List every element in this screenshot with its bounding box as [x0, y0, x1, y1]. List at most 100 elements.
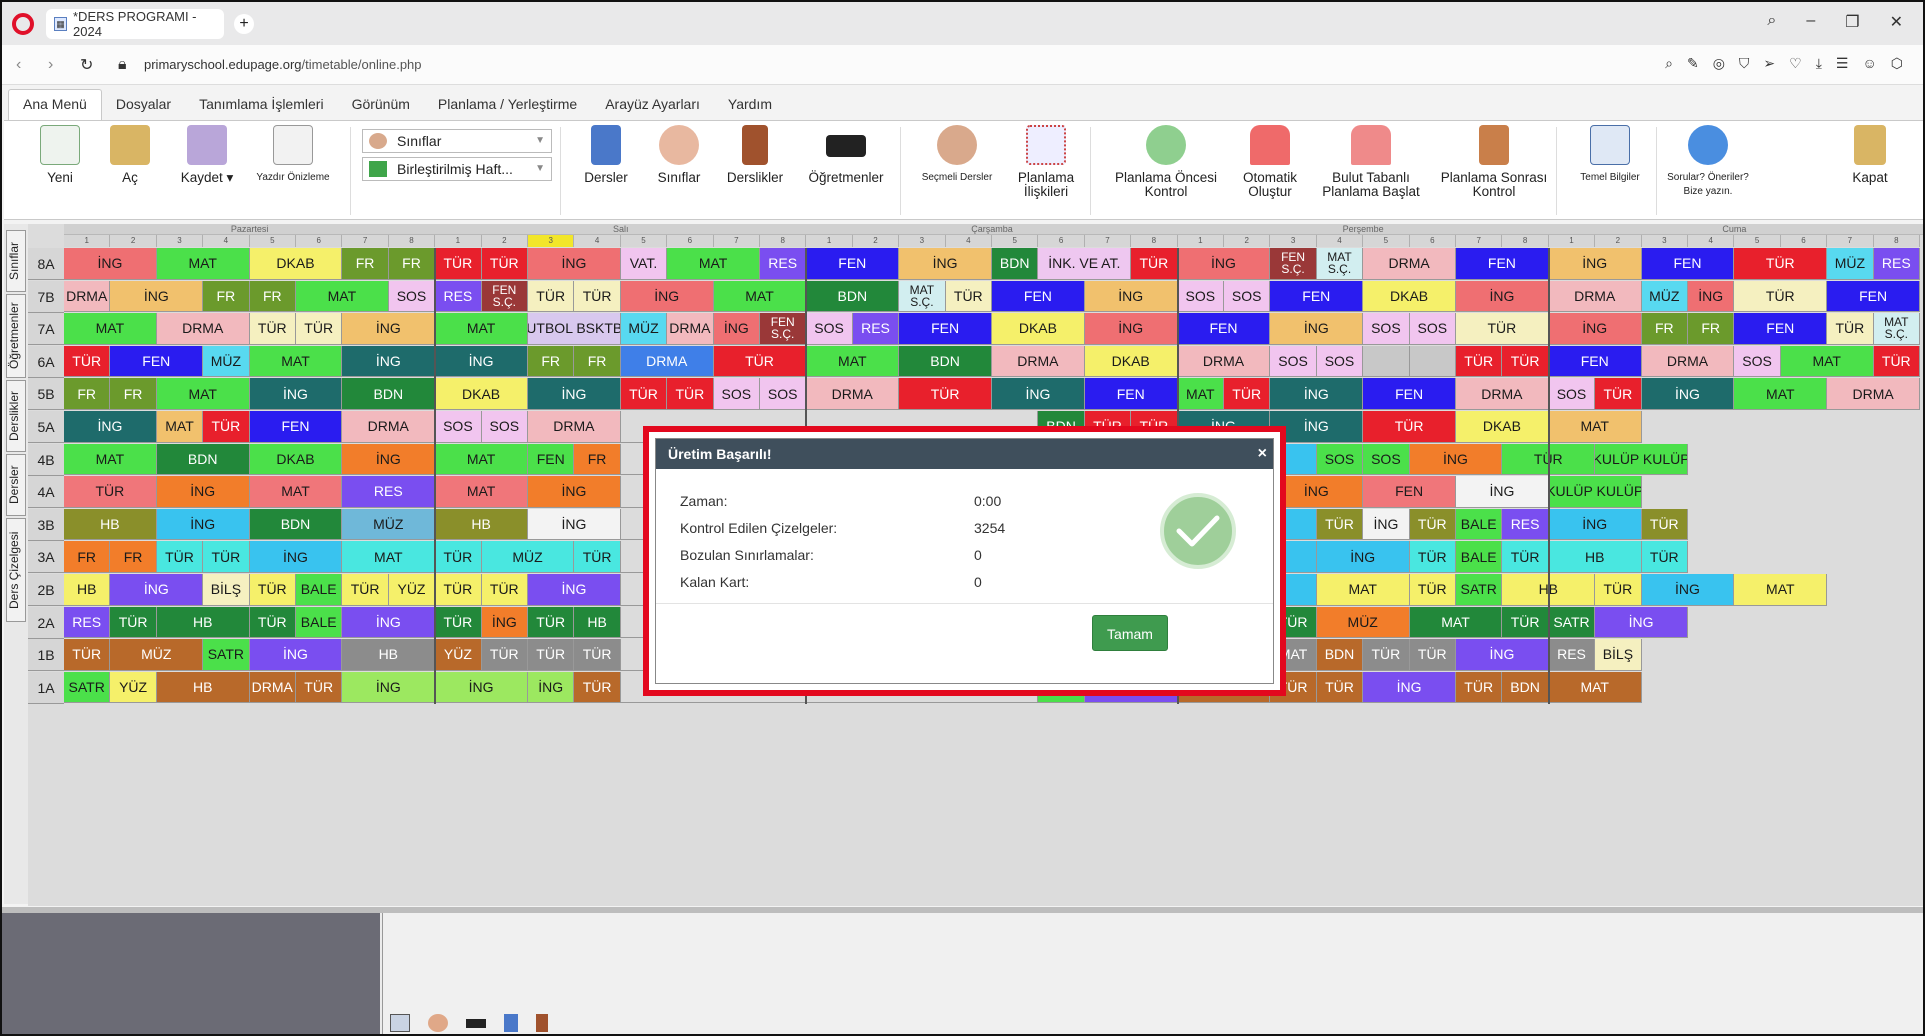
menu-planlama[interactable]: Planlama / Yerleştirme	[424, 90, 591, 120]
lesson-card[interactable]: İNG	[342, 313, 436, 345]
lesson-card[interactable]: İNG	[110, 574, 204, 606]
lesson-card[interactable]: FR	[203, 280, 250, 313]
lesson-card[interactable]: TÜR	[435, 541, 482, 573]
lesson-card[interactable]: FEN S.Ç.	[1270, 248, 1317, 280]
lesson-card[interactable]: KULÜP KULÜP	[1548, 476, 1642, 508]
lesson-card[interactable]: MAT	[1734, 378, 1828, 410]
lesson-card[interactable]: TÜR	[1409, 639, 1456, 671]
search-tabs-icon[interactable]: ⌕	[1767, 12, 1776, 32]
lesson-card[interactable]: TÜR	[1131, 248, 1178, 280]
lesson-card[interactable]: TÜR	[1734, 248, 1828, 280]
lesson-card[interactable]: BDN	[156, 443, 250, 476]
lesson-card[interactable]: FEN	[1456, 248, 1549, 280]
lesson-card[interactable]: BDN	[342, 378, 436, 410]
lesson-card[interactable]: İNG	[1316, 541, 1410, 573]
lesson-card[interactable]: BALE	[1456, 508, 1503, 541]
lesson-card[interactable]: SOS	[760, 378, 807, 410]
lesson-card[interactable]: TÜR	[713, 345, 807, 378]
lesson-card[interactable]: İNG	[713, 313, 760, 345]
ogretmenler-button[interactable]: Öğretmenler	[800, 125, 892, 185]
lesson-card[interactable]: MÜZ	[203, 345, 250, 378]
lesson-card[interactable]: DRMA	[1456, 378, 1549, 410]
lesson-card[interactable]: TÜR	[1456, 345, 1503, 378]
minimize-icon[interactable]: –	[1806, 12, 1815, 32]
lesson-card[interactable]: MÜZ	[1827, 248, 1874, 280]
lesson-card[interactable]: SOS	[1363, 443, 1410, 476]
lesson-card[interactable]: TÜR	[481, 639, 528, 671]
lesson-card[interactable]: İNG	[156, 476, 250, 508]
lesson-card[interactable]: SATR	[1456, 574, 1503, 606]
class-view-dropdown[interactable]: Sınıflar ▼	[362, 129, 552, 153]
lesson-card[interactable]: FEN	[1641, 248, 1735, 280]
ac-button[interactable]: Aç	[100, 125, 160, 185]
lesson-card[interactable]: SOS	[435, 411, 482, 443]
lesson-card[interactable]: DKAB	[1363, 280, 1456, 313]
students-small-icon[interactable]	[428, 1014, 448, 1032]
lesson-card[interactable]: İNG	[249, 378, 343, 410]
kapat-button[interactable]: Kapat	[1834, 125, 1906, 185]
side-tab-dersler[interactable]: Dersler	[6, 454, 26, 516]
lesson-card[interactable]: İNG	[1641, 378, 1735, 410]
lesson-card[interactable]: MAT	[806, 345, 900, 378]
lesson-card[interactable]: BALE	[296, 574, 343, 606]
lesson-card[interactable]: TÜR	[481, 248, 528, 280]
lesson-card[interactable]: HB	[64, 508, 157, 541]
lesson-card[interactable]: İNG	[1548, 313, 1642, 345]
lesson-card[interactable]: TÜR	[1456, 671, 1503, 704]
lesson-card[interactable]: MAT	[435, 476, 528, 508]
planlama-iliskileri-button[interactable]: Planlama İlişkileri	[1010, 125, 1082, 199]
lesson-card[interactable]: DRMA	[342, 411, 436, 443]
planlama-sonrasi-kontrol-button[interactable]: Planlama Sonrası Kontrol	[1436, 125, 1552, 199]
institution-small-icon[interactable]	[390, 1014, 410, 1032]
class-row-label[interactable]: 6A	[28, 345, 64, 378]
class-row-label[interactable]: 5B	[28, 378, 64, 411]
lesson-card[interactable]: FR	[249, 280, 296, 313]
lesson-card[interactable]: HB	[435, 508, 528, 541]
lesson-card[interactable]: İNG	[899, 248, 992, 280]
subjects-small-icon[interactable]	[504, 1014, 518, 1032]
lesson-card[interactable]: MAT	[156, 248, 250, 280]
class-row-label[interactable]: 7A	[28, 313, 64, 346]
lesson-card[interactable]: İNG	[110, 280, 204, 313]
lesson-card[interactable]: TÜR	[574, 639, 621, 671]
derslikler-button[interactable]: Derslikler	[718, 125, 792, 185]
send-icon[interactable]: ➢	[1763, 55, 1775, 72]
lesson-card[interactable]: İNG	[1548, 508, 1642, 541]
lesson-card[interactable]: RES	[1873, 248, 1920, 280]
lesson-card[interactable]: SOS	[1270, 345, 1317, 378]
class-row-label[interactable]: 2B	[28, 574, 64, 606]
lesson-card[interactable]: İNG	[528, 476, 621, 508]
dersler-button[interactable]: Dersler	[574, 125, 638, 185]
lesson-card[interactable]: KULÜP KULÜP	[1595, 443, 1688, 476]
lesson-card[interactable]: DKAB	[435, 378, 528, 410]
lesson-card[interactable]: MÜZ	[1641, 280, 1688, 313]
lesson-card[interactable]: MAT	[296, 280, 389, 313]
lesson-card[interactable]: MAT	[1177, 378, 1224, 410]
lesson-card[interactable]: TÜR	[249, 606, 296, 639]
rooms-small-icon[interactable]	[536, 1014, 548, 1032]
lesson-card[interactable]: HB	[342, 639, 436, 671]
edit-icon[interactable]: ✎	[1687, 55, 1699, 72]
lesson-card[interactable]: İNG	[528, 248, 621, 280]
lesson-card[interactable]: VAT.	[620, 248, 668, 280]
close-window-icon[interactable]: ✕	[1890, 12, 1903, 32]
lesson-card[interactable]: TÜR	[156, 541, 204, 573]
lesson-card[interactable]: MAT S.Ç.	[1873, 313, 1920, 345]
lesson-card[interactable]: DRMA	[806, 378, 900, 410]
lesson-card[interactable]: YÜZ	[388, 574, 436, 606]
lesson-card[interactable]: MAT	[342, 541, 436, 573]
lesson-card[interactable]: MÜZ	[620, 313, 668, 345]
temel-bilgiler-button[interactable]: Temel Bilgiler	[1570, 125, 1650, 185]
lesson-card[interactable]: BALE	[296, 606, 343, 639]
lesson-card[interactable]: İNG	[1688, 280, 1735, 313]
lesson-card[interactable]: MAT S.Ç.	[1316, 248, 1364, 280]
lesson-card[interactable]: TÜR	[1363, 411, 1456, 443]
lesson-card[interactable]: İNG	[435, 671, 528, 704]
lesson-card[interactable]: TÜR	[342, 574, 389, 606]
lesson-card[interactable]: SOS	[1363, 313, 1410, 345]
lesson-card[interactable]: SATR	[203, 639, 250, 671]
download-icon[interactable]: ⤓	[1816, 55, 1822, 72]
opera-logo-icon[interactable]	[12, 12, 34, 35]
lesson-card[interactable]: SATR	[64, 671, 111, 704]
lesson-card[interactable]: BDN	[1502, 671, 1549, 704]
